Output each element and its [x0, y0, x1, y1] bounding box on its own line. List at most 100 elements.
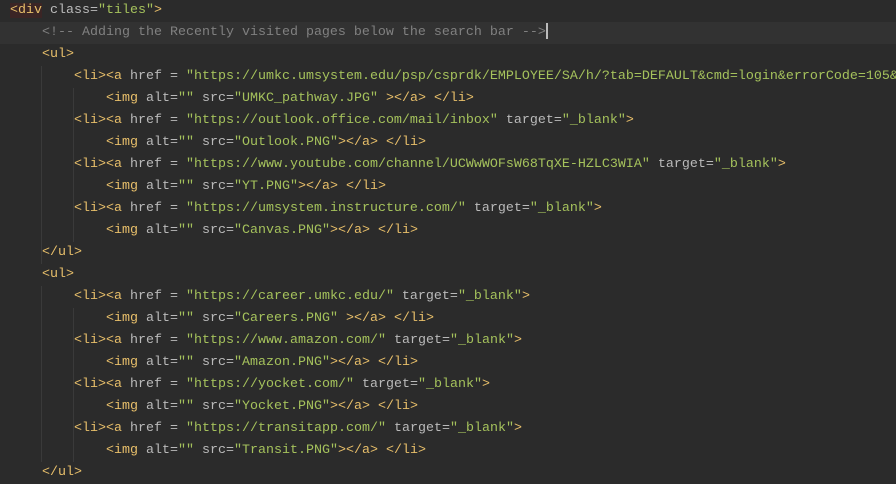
code-line[interactable]: <li><a href = "https://yocket.com/" targ…	[0, 374, 896, 396]
code-token: >	[513, 421, 522, 436]
code-token: ></a> </li>	[297, 179, 386, 194]
code-token: <img	[105, 179, 138, 194]
code-token: "Transit.PNG"	[233, 443, 338, 458]
code-token: ""	[177, 399, 194, 414]
code-line[interactable]: </ul>	[0, 462, 896, 484]
code-line[interactable]: <li><a href = "https://www.youtube.com/c…	[0, 154, 896, 176]
code-line[interactable]: <img alt="" src="Outlook.PNG"></a> </li>	[0, 132, 896, 154]
code-token: ""	[177, 223, 194, 238]
code-token: ></a> </li>	[337, 443, 426, 458]
code-token: href =	[121, 333, 186, 348]
code-token: "Outlook.PNG"	[233, 135, 338, 150]
code-token: <li><a	[73, 377, 122, 392]
code-token: "https://transitapp.com/"	[185, 421, 386, 436]
code-token: "https://umkc.umsystem.edu/psp/csprdk/EM…	[185, 69, 896, 84]
code-line[interactable]: <img alt="" src="Transit.PNG"></a> </li>	[0, 440, 896, 462]
code-token: <li><a	[73, 157, 122, 172]
code-line[interactable]: <img alt="" src="YT.PNG"></a> </li>	[0, 176, 896, 198]
code-token: >	[521, 289, 530, 304]
code-line[interactable]: </ul>	[0, 242, 896, 264]
code-token: ""	[177, 135, 194, 150]
code-token: target=	[497, 113, 562, 128]
code-token: src=	[193, 179, 234, 194]
code-token: alt=	[137, 223, 178, 238]
code-token: <li><a	[73, 421, 122, 436]
code-token: ></a> </li>	[337, 135, 426, 150]
code-token: "_blank"	[449, 421, 514, 436]
code-token: "UMKC_pathway.JPG"	[233, 91, 378, 106]
code-line[interactable]: <li><a href = "https://umsystem.instruct…	[0, 198, 896, 220]
code-token: >	[593, 201, 602, 216]
code-token: "tiles"	[98, 3, 154, 18]
code-token: <ul>	[42, 47, 74, 62]
code-token: <li><a	[73, 69, 122, 84]
code-token: <img	[105, 443, 138, 458]
code-token: ></a> </li>	[329, 399, 418, 414]
code-line[interactable]: <li><a href = "https://career.umkc.edu/"…	[0, 286, 896, 308]
code-token: target=	[353, 377, 418, 392]
code-token: <img	[105, 91, 138, 106]
code-token: ></a> </li>	[329, 223, 418, 238]
code-token: href =	[121, 377, 186, 392]
code-token: href =	[121, 69, 186, 84]
code-editor[interactable]: <div class="tiles"> <!-- Adding the Rece…	[0, 0, 896, 480]
code-token: "_blank"	[457, 289, 522, 304]
code-token: alt=	[137, 355, 178, 370]
code-token: "https://outlook.office.com/mail/inbox"	[185, 113, 498, 128]
code-token: ""	[177, 311, 194, 326]
code-token: <img	[105, 311, 138, 326]
code-line[interactable]: <img alt="" src="Careers.PNG" ></a> </li…	[0, 308, 896, 330]
code-line[interactable]: <img alt="" src="UMKC_pathway.JPG" ></a>…	[0, 88, 896, 110]
code-token: </ul>	[42, 245, 82, 260]
code-token: alt=	[137, 91, 178, 106]
code-token: <li><a	[73, 333, 122, 348]
code-line[interactable]: <div class="tiles">	[0, 0, 896, 22]
code-token: href =	[121, 201, 186, 216]
code-token: "Yocket.PNG"	[233, 399, 330, 414]
code-token: <img	[105, 399, 138, 414]
code-token: target=	[393, 289, 458, 304]
code-token: src=	[193, 223, 234, 238]
code-token: "https://yocket.com/"	[185, 377, 354, 392]
code-token: href =	[121, 421, 186, 436]
code-token: "https://www.amazon.com/"	[185, 333, 386, 348]
code-token: alt=	[137, 399, 178, 414]
code-line[interactable]: <!-- Adding the Recently visited pages b…	[0, 22, 896, 44]
code-token: "_blank"	[561, 113, 626, 128]
code-token: src=	[193, 91, 234, 106]
code-line[interactable]: <img alt="" src="Yocket.PNG"></a> </li>	[0, 396, 896, 418]
code-token: href =	[121, 289, 186, 304]
text-caret	[545, 23, 548, 40]
code-token: alt=	[137, 311, 178, 326]
code-token: <img	[105, 135, 138, 150]
code-token: <img	[105, 355, 138, 370]
code-token: href =	[121, 157, 186, 172]
code-token: alt=	[137, 443, 178, 458]
code-token: ></a> </li>	[337, 311, 434, 326]
code-token: href =	[121, 113, 186, 128]
code-line[interactable]: <li><a href = "https://transitapp.com/" …	[0, 418, 896, 440]
code-token: target=	[649, 157, 714, 172]
code-line[interactable]: <ul>	[0, 44, 896, 66]
code-token: src=	[193, 355, 234, 370]
code-token: <div	[10, 3, 42, 18]
code-token: >	[513, 333, 522, 348]
code-token: target=	[385, 421, 450, 436]
code-token: alt=	[137, 135, 178, 150]
code-token: src=	[193, 135, 234, 150]
code-token: <!-- Adding the Recently visited pages b…	[42, 25, 546, 40]
code-token: "https://umsystem.instructure.com/"	[185, 201, 466, 216]
code-token: <li><a	[73, 113, 122, 128]
code-token: >	[625, 113, 634, 128]
code-token: <img	[105, 223, 138, 238]
code-token: "https://www.youtube.com/channel/UCWwWOF…	[185, 157, 650, 172]
code-line[interactable]: <img alt="" src="Canvas.PNG"></a> </li>	[0, 220, 896, 242]
code-line[interactable]: <ul>	[0, 264, 896, 286]
code-line[interactable]: <li><a href = "https://www.amazon.com/" …	[0, 330, 896, 352]
code-line[interactable]: <li><a href = "https://umkc.umsystem.edu…	[0, 66, 896, 88]
code-token: alt=	[137, 179, 178, 194]
code-line[interactable]: <li><a href = "https://outlook.office.co…	[0, 110, 896, 132]
code-line[interactable]: <img alt="" src="Amazon.PNG"></a> </li>	[0, 352, 896, 374]
code-token: ""	[177, 91, 194, 106]
code-token: ""	[177, 179, 194, 194]
